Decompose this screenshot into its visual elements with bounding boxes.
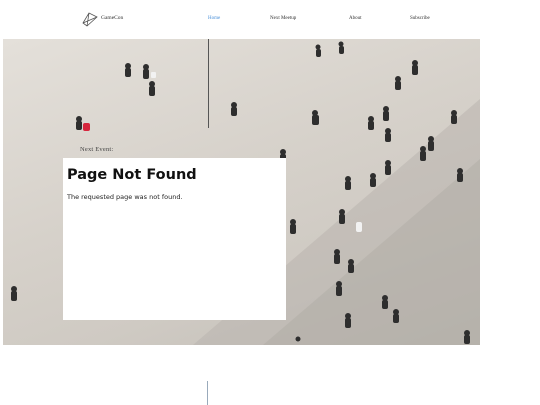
nav-item-about[interactable]: About <box>349 16 362 21</box>
next-event-label: Next Event: <box>80 146 114 153</box>
constellation-logo-icon[interactable] <box>80 9 100 29</box>
brand-name[interactable]: GameCon <box>101 15 123 21</box>
nav-item-next-meetup[interactable]: Next Meetup <box>270 16 296 21</box>
error-message: The requested page was not found. <box>67 193 183 201</box>
hero-divider-line <box>208 39 209 128</box>
top-navigation-bar: GameCon Home Next Meetup About Subscribe <box>0 0 540 38</box>
nav-item-subscribe[interactable]: Subscribe <box>410 16 430 21</box>
not-found-panel: Page Not Found The requested page was no… <box>63 158 286 320</box>
footer-divider-line <box>207 381 208 405</box>
nav-item-home[interactable]: Home <box>208 16 220 21</box>
page-title: Page Not Found <box>67 167 197 183</box>
